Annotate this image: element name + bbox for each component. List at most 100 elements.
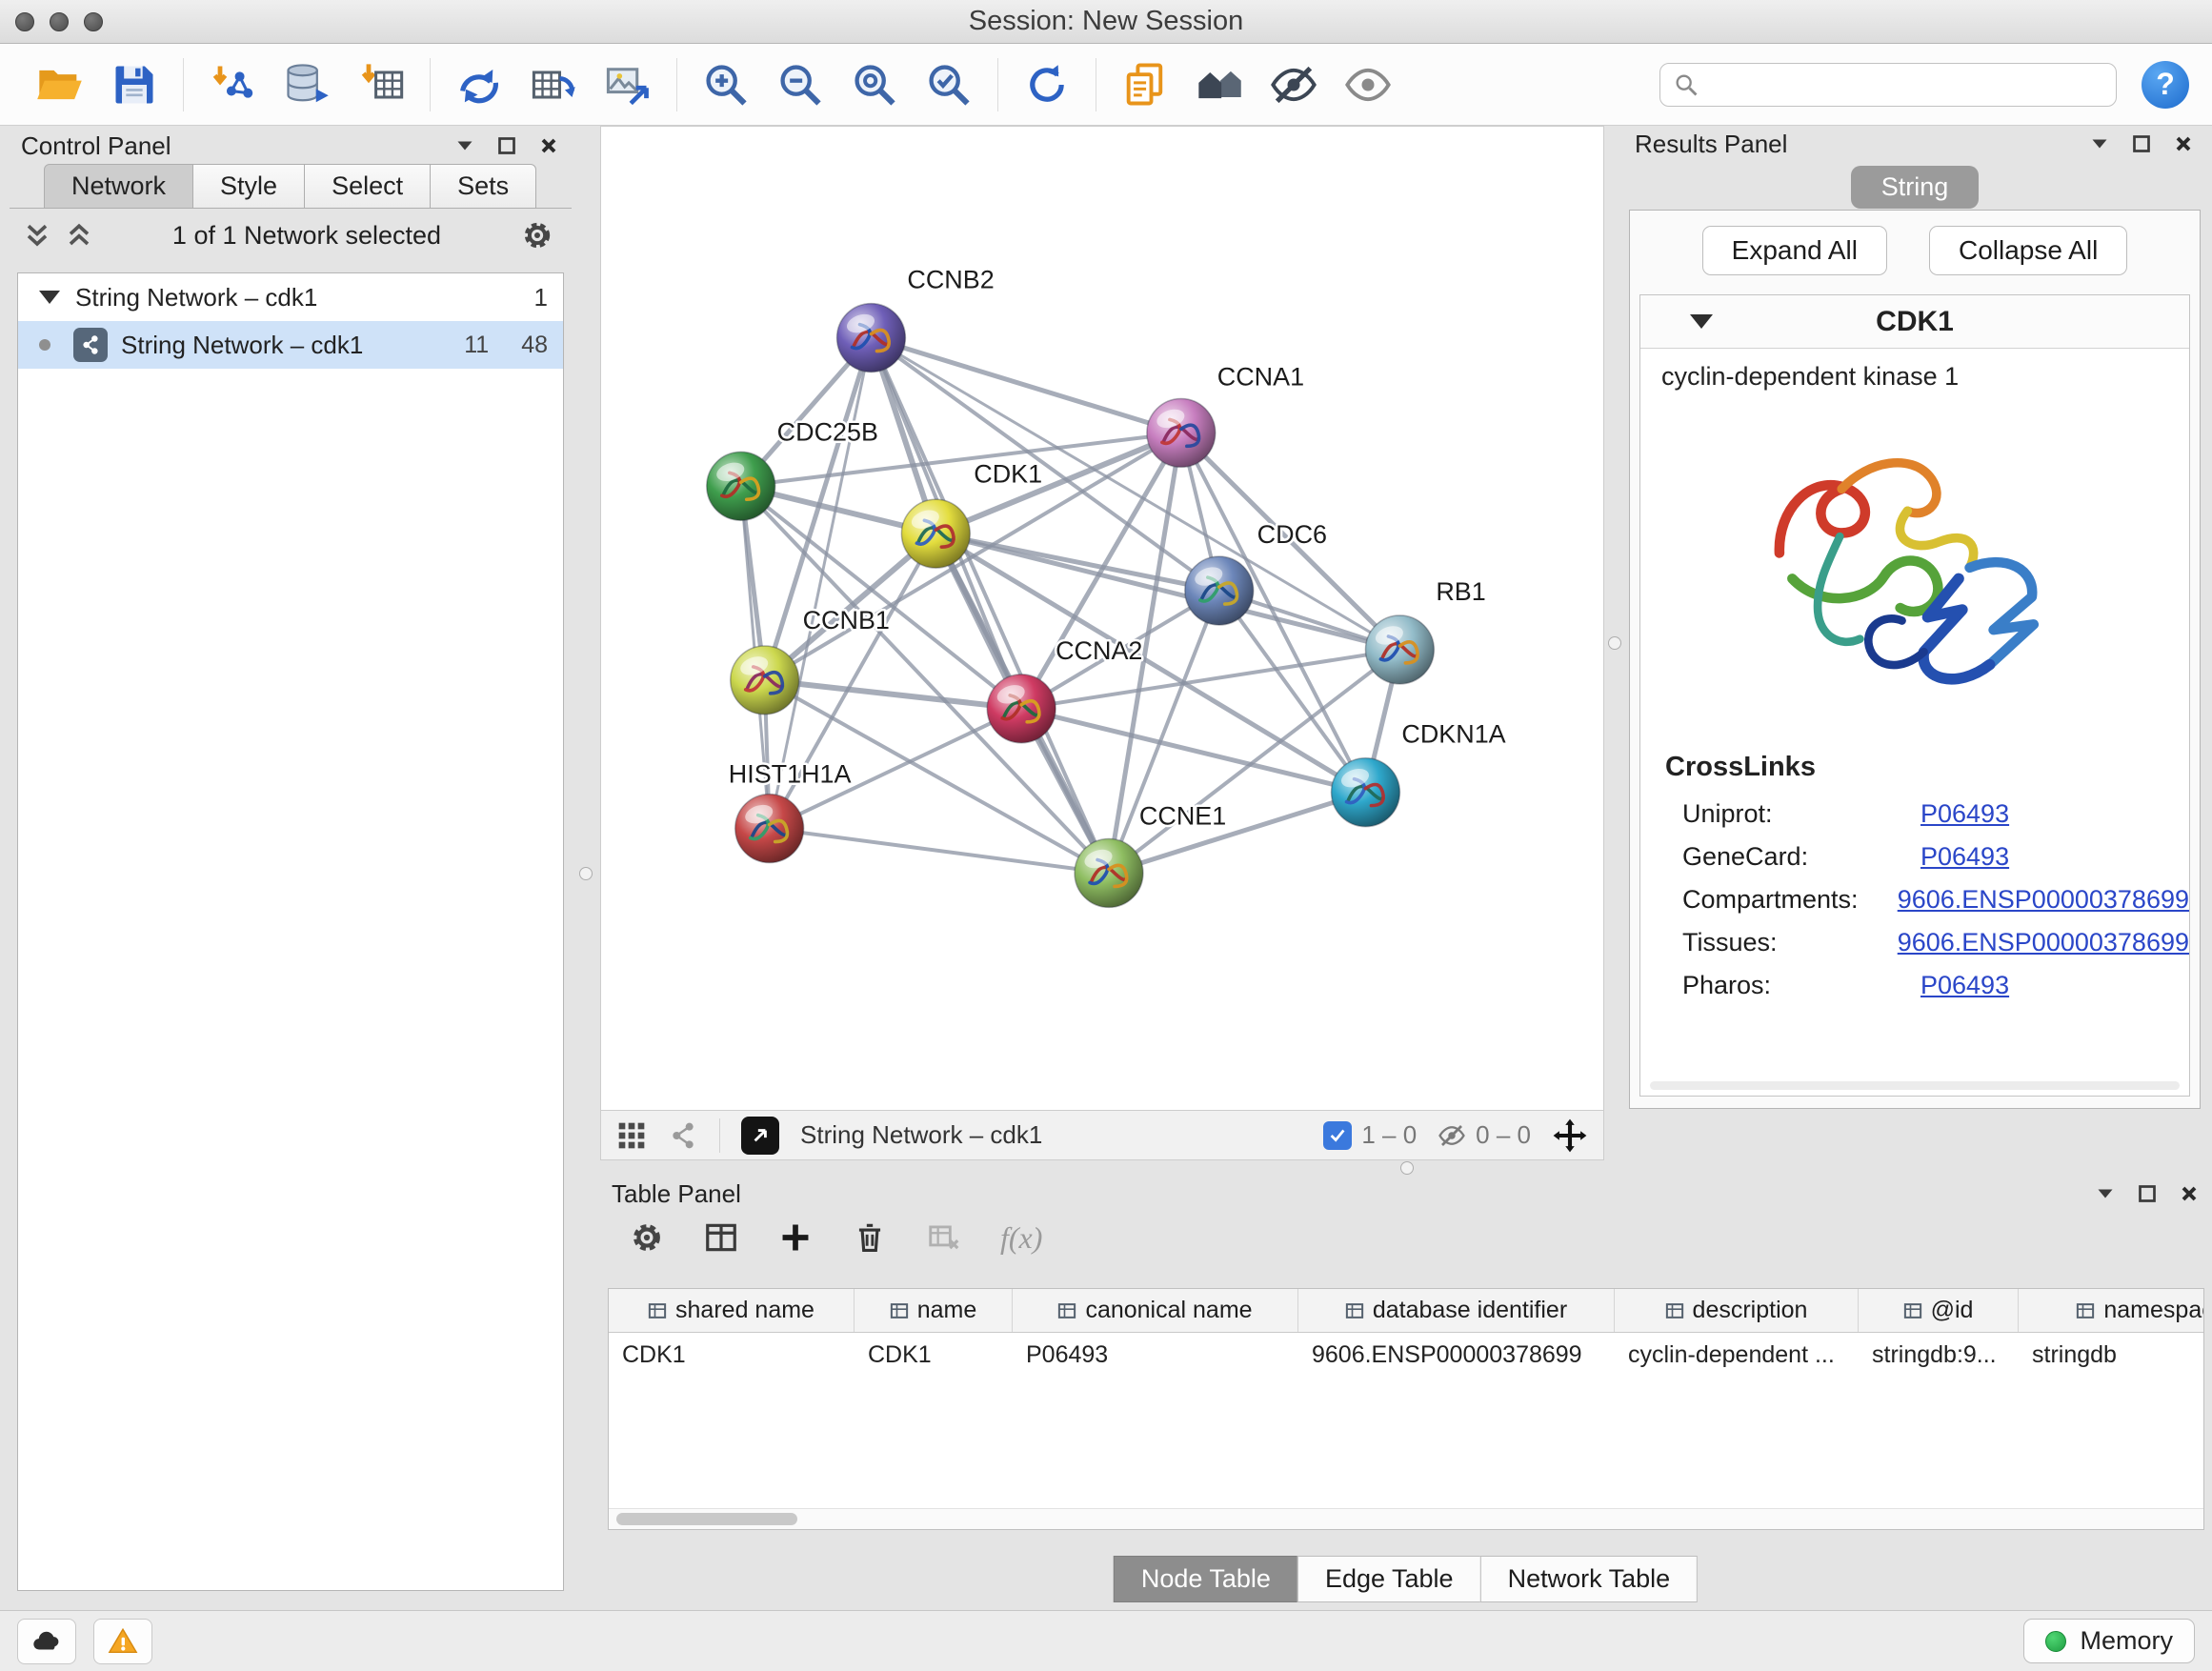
edge-CCNB2-CCNE1[interactable] (871, 338, 1109, 874)
network-node-CCNE1[interactable] (1075, 839, 1143, 908)
table-row[interactable]: CDK1CDK1P064939606.ENSP00000378699cyclin… (609, 1333, 2203, 1377)
search-input[interactable] (1659, 63, 2117, 107)
splitter-handle[interactable] (1400, 1161, 1414, 1175)
hide-selected-button[interactable] (1262, 55, 1325, 114)
new-network-from-selection-button[interactable] (448, 55, 511, 114)
expand-all-button[interactable]: Expand All (1702, 226, 1887, 275)
home-button[interactable] (1188, 55, 1251, 114)
zoom-fit-button[interactable] (843, 55, 906, 114)
hidden-eye-slash-icon[interactable] (1438, 1121, 1466, 1150)
collapse-all-icon[interactable] (23, 221, 51, 250)
panel-menu-icon[interactable] (453, 134, 476, 157)
delete-column-icon[interactable] (852, 1219, 888, 1256)
table-cell: 9606.ENSP00000378699 (1298, 1341, 1615, 1369)
edge-CCNB2-HIST1H1A[interactable] (770, 338, 872, 829)
new-table-from-selection-button[interactable] (522, 55, 585, 114)
network-row-selected[interactable]: String Network – cdk1 11 48 (18, 321, 563, 369)
network-node-CCNA2[interactable] (987, 674, 1056, 743)
zoom-in-button[interactable] (694, 55, 757, 114)
tab-node-table[interactable]: Node Table (1114, 1556, 1298, 1602)
edge-CCNB2-CCNA1[interactable] (871, 338, 1180, 433)
panel-close-icon[interactable] (2178, 1182, 2201, 1205)
import-table-from-file-button[interactable] (350, 55, 412, 114)
save-session-button[interactable] (103, 55, 166, 114)
collapse-all-button[interactable]: Collapse All (1929, 226, 2127, 275)
tab-network-table[interactable]: Network Table (1480, 1556, 1699, 1602)
column-header--id[interactable]: @id (1859, 1289, 2019, 1332)
scrollbar-thumb[interactable] (616, 1513, 797, 1525)
function-builder-icon[interactable]: f(x) (1000, 1220, 1042, 1256)
tab-network[interactable]: Network (44, 164, 193, 209)
memory-button[interactable]: Memory (2023, 1619, 2195, 1663)
edge-CCNB2-RB1[interactable] (871, 338, 1399, 650)
tab-sets[interactable]: Sets (430, 164, 536, 209)
add-column-icon[interactable] (777, 1219, 814, 1256)
open-external-button[interactable] (741, 1117, 779, 1155)
network-node-CCNB2[interactable] (837, 304, 906, 372)
panel-float-icon[interactable] (2130, 132, 2153, 155)
export-image-button[interactable] (596, 55, 659, 114)
column-header-description[interactable]: description (1615, 1289, 1859, 1332)
grid-view-icon[interactable] (616, 1120, 647, 1151)
help-button[interactable]: ? (2142, 61, 2189, 109)
network-node-CDC25B[interactable] (707, 452, 775, 520)
crosslink-link[interactable]: P06493 (1920, 842, 2009, 872)
network-node-CCNB1[interactable] (731, 646, 799, 715)
warnings-button[interactable] (93, 1619, 152, 1664)
import-network-from-file-button[interactable] (201, 55, 264, 114)
network-node-CCNA1[interactable] (1147, 398, 1216, 467)
gear-icon[interactable] (629, 1219, 665, 1256)
network-node-CDK1[interactable] (901, 499, 970, 568)
panel-menu-icon[interactable] (2088, 132, 2111, 155)
show-all-button[interactable] (1337, 55, 1399, 114)
column-header-canonical-name[interactable]: canonical name (1013, 1289, 1298, 1332)
expand-all-icon[interactable] (65, 221, 93, 250)
crosslink-link[interactable]: 9606.ENSP00000378699 (1898, 928, 2189, 957)
crosslink-link[interactable]: 9606.ENSP00000378699 (1898, 885, 2189, 915)
column-header-shared-name[interactable]: shared name (609, 1289, 855, 1332)
collapse-gene-icon[interactable] (1690, 314, 1713, 329)
panel-close-icon[interactable] (537, 134, 560, 157)
edge-HIST1H1A-CCNE1[interactable] (770, 829, 1109, 874)
panel-close-icon[interactable] (2172, 132, 2195, 155)
zoom-selected-button[interactable] (917, 55, 980, 114)
column-header-database-identifier[interactable]: database identifier (1298, 1289, 1615, 1332)
share-view-icon[interactable] (668, 1120, 698, 1151)
tab-style[interactable]: Style (192, 164, 305, 209)
network-node-HIST1H1A[interactable] (735, 795, 804, 863)
tree-expand-icon[interactable] (39, 291, 60, 304)
splitter-handle[interactable] (1608, 636, 1621, 650)
column-header-namespace[interactable]: namespace (2019, 1289, 2204, 1332)
cloud-status-button[interactable] (17, 1619, 76, 1664)
splitter-handle[interactable] (579, 867, 593, 880)
refresh-layout-button[interactable] (1016, 55, 1078, 114)
selected-checkbox-icon[interactable] (1323, 1121, 1352, 1150)
panel-menu-icon[interactable] (2094, 1182, 2117, 1205)
tab-string[interactable]: String (1851, 166, 1980, 209)
import-network-from-database-button[interactable] (275, 55, 338, 114)
tab-edge-table[interactable]: Edge Table (1297, 1556, 1481, 1602)
column-header-name[interactable]: name (855, 1289, 1013, 1332)
panel-float-icon[interactable] (495, 134, 518, 157)
network-node-CDC6[interactable] (1185, 556, 1254, 625)
open-session-button[interactable] (29, 55, 91, 114)
gene-card-header[interactable]: CDK1 (1640, 295, 2189, 349)
network-collection-row[interactable]: String Network – cdk1 1 (18, 273, 563, 321)
crosslink-link[interactable]: P06493 (1920, 971, 2009, 1000)
crosslink-link[interactable]: P06493 (1920, 799, 2009, 829)
document-copy-button[interactable] (1114, 55, 1176, 114)
zoom-out-button[interactable] (769, 55, 832, 114)
birds-eye-move-icon[interactable] (1552, 1117, 1588, 1154)
tab-select[interactable]: Select (304, 164, 431, 209)
network-node-RB1[interactable] (1365, 615, 1434, 684)
edge-CCNB1-CCNA2[interactable] (765, 680, 1021, 709)
network-node-CDKN1A[interactable] (1332, 758, 1400, 827)
results-horizontal-scrollbar[interactable] (1650, 1081, 2180, 1090)
clear-table-icon[interactable] (926, 1219, 962, 1256)
network-canvas[interactable]: CCNB2CCNA1CDC25BCDK1CDC6RB1CCNB1CCNA2CDK… (600, 126, 1604, 1111)
table-cell: cyclin-dependent ... (1615, 1341, 1859, 1369)
panel-float-icon[interactable] (2136, 1182, 2159, 1205)
table-horizontal-scrollbar[interactable] (609, 1508, 2203, 1529)
gear-icon[interactable] (520, 218, 554, 252)
select-columns-icon[interactable] (703, 1219, 739, 1256)
